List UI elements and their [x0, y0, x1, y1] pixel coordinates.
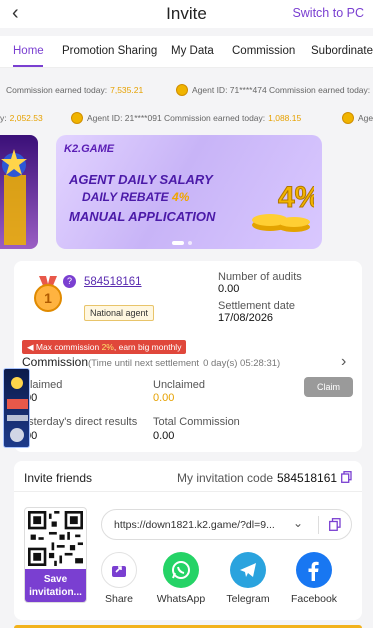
- ticker-item: Age: [342, 110, 373, 126]
- unclaimed-value: 0.00: [153, 392, 175, 404]
- commission-countdown: 0 day(s) 05:28:31): [203, 358, 281, 369]
- copy-link-icon[interactable]: [329, 518, 341, 531]
- carousel-dots: [172, 241, 192, 245]
- facebook-label: Facebook: [290, 593, 338, 605]
- telegram-share-button[interactable]: Telegram: [218, 552, 278, 605]
- tab-bar: Home Promotion Sharing My Data Commissio…: [0, 36, 373, 68]
- whatsapp-icon: [163, 552, 199, 588]
- user-id-link[interactable]: 584518161: [84, 276, 142, 288]
- copy-icon[interactable]: [341, 471, 352, 483]
- invite-link-field[interactable]: https://down1821.k2.game/?dl=9... ⌄: [101, 509, 352, 540]
- divider: [318, 516, 319, 534]
- banner-coin-pct: 4%: [278, 181, 314, 214]
- carousel-dot[interactable]: [188, 241, 192, 245]
- commission-title: Commission: [22, 355, 89, 369]
- banner-previous-slide[interactable]: [0, 135, 38, 249]
- badge-prefix: Max commission: [35, 342, 100, 352]
- badge-pct: 2%: [101, 342, 114, 352]
- max-commission-badge: ◀ Max commission 2%, earn big monthly: [22, 340, 187, 354]
- banner-logo: K2.GAME: [64, 143, 115, 155]
- coin-icon: [342, 112, 354, 124]
- settlement-date-value: 17/08/2026: [218, 312, 274, 324]
- floating-live-widget[interactable]: [3, 368, 30, 448]
- divider: [14, 491, 362, 492]
- carousel-dot-active[interactable]: [172, 241, 184, 245]
- invite-page: { "header": {"back_label": "‹", "title":…: [0, 0, 373, 628]
- invitation-code-label: My invitation code: [177, 471, 274, 485]
- invite-friends-title: Invite friends: [24, 471, 93, 485]
- whatsapp-share-button[interactable]: WhatsApp: [151, 552, 211, 605]
- unclaimed-label: Unclaimed: [153, 379, 205, 391]
- rank-number: 1: [44, 290, 52, 306]
- facebook-icon: [296, 552, 332, 588]
- tab-my-data[interactable]: My Data: [171, 45, 214, 57]
- ticker-item: Commission earned today: 7,535.21: [6, 82, 143, 98]
- badge-megaphone-icon: ◀: [27, 342, 36, 352]
- ticker-text: y:: [0, 113, 7, 123]
- ticker-text: Age: [358, 113, 373, 123]
- save-invitation-button[interactable]: Save invitation...: [25, 569, 86, 602]
- settlement-date-label: Settlement date: [218, 300, 296, 312]
- audits-value: 0.00: [218, 283, 240, 295]
- ticker-text: Commission earned today:: [6, 85, 108, 95]
- live-cup-icon: [7, 377, 28, 442]
- ticker-amount: 2,052.53: [9, 113, 43, 123]
- ticker-amount: 1,088.15: [268, 113, 302, 123]
- share-label: Share: [104, 593, 134, 605]
- coin-icon: [176, 84, 188, 96]
- banner-rebate-pct: 4%: [172, 190, 190, 204]
- commission-ticker-1: Commission earned today: 7,535.21 Agent …: [0, 79, 373, 101]
- promo-banner[interactable]: K2.GAME AGENT DAILY SALARY DAILY REBATE …: [56, 135, 322, 249]
- ticker-text: Agent ID: 71****474 Commission earned to…: [192, 85, 371, 95]
- total-commission-value: 0.00: [153, 430, 175, 442]
- banner-rebate-text: DAILY REBATE: [82, 190, 169, 204]
- banner-subheadline: DAILY REBATE 4%: [82, 190, 189, 204]
- coin-icon: [71, 112, 83, 124]
- ticker-amount: 7,535.21: [110, 85, 144, 95]
- invitation-poster: Save invitation...: [24, 507, 87, 603]
- tab-promotion-sharing[interactable]: Promotion Sharing: [62, 45, 157, 57]
- badge-suffix: , earn big monthly: [113, 342, 182, 352]
- tab-commission[interactable]: Commission: [232, 45, 295, 57]
- total-commission-label: Total Commission: [153, 416, 240, 428]
- top-header: ‹ Invite Switch to PC: [0, 0, 373, 28]
- active-tab-indicator: [13, 65, 43, 67]
- telegram-icon: [230, 552, 266, 588]
- direct-results-label: esterday's direct results: [22, 416, 138, 428]
- banner-headline: AGENT DAILY SALARY: [69, 172, 213, 187]
- invite-link-text: https://down1821.k2.game/?dl=9...: [114, 519, 275, 531]
- commission-ticker-2: y: 2,052.53 Agent ID: 21****091 Commissi…: [0, 107, 373, 129]
- banner-cta-text: MANUAL APPLICATION: [69, 209, 216, 224]
- rank-medal-icon: 1: [34, 276, 62, 312]
- trophy-icon: [1, 149, 27, 245]
- facebook-share-button[interactable]: Facebook: [284, 552, 344, 605]
- tab-subordinate[interactable]: Subordinate: [311, 45, 373, 57]
- coins-icon: 4%: [252, 181, 314, 232]
- chevron-right-icon[interactable]: ›: [341, 353, 346, 371]
- share-icon: [101, 552, 137, 588]
- help-icon[interactable]: ?: [63, 275, 76, 288]
- agent-type-badge: National agent: [84, 305, 155, 321]
- tab-home[interactable]: Home: [13, 45, 44, 57]
- telegram-label: Telegram: [226, 593, 270, 605]
- switch-to-pc-link[interactable]: Switch to PC: [292, 6, 364, 20]
- chevron-down-icon[interactable]: ⌄: [293, 516, 303, 530]
- claim-button[interactable]: Claim: [304, 377, 353, 397]
- ticker-item: Agent ID: 71****474 Commission earned to…: [176, 82, 370, 98]
- whatsapp-label: WhatsApp: [156, 593, 206, 605]
- qr-code-icon: [28, 511, 83, 566]
- ticker-item: Agent ID: 21****091 Commission earned to…: [71, 110, 301, 126]
- ticker-text: Agent ID: 21****091 Commission earned to…: [87, 113, 266, 123]
- commission-header[interactable]: Commission(Time until next settlement 0 d…: [22, 355, 280, 369]
- ticker-item: y: 2,052.53: [0, 110, 43, 126]
- audits-label: Number of audits: [218, 271, 302, 283]
- share-button[interactable]: Share: [89, 552, 149, 605]
- invitation-code-value: 584518161: [277, 471, 338, 485]
- commission-subtitle: (Time until next settlement: [88, 358, 200, 369]
